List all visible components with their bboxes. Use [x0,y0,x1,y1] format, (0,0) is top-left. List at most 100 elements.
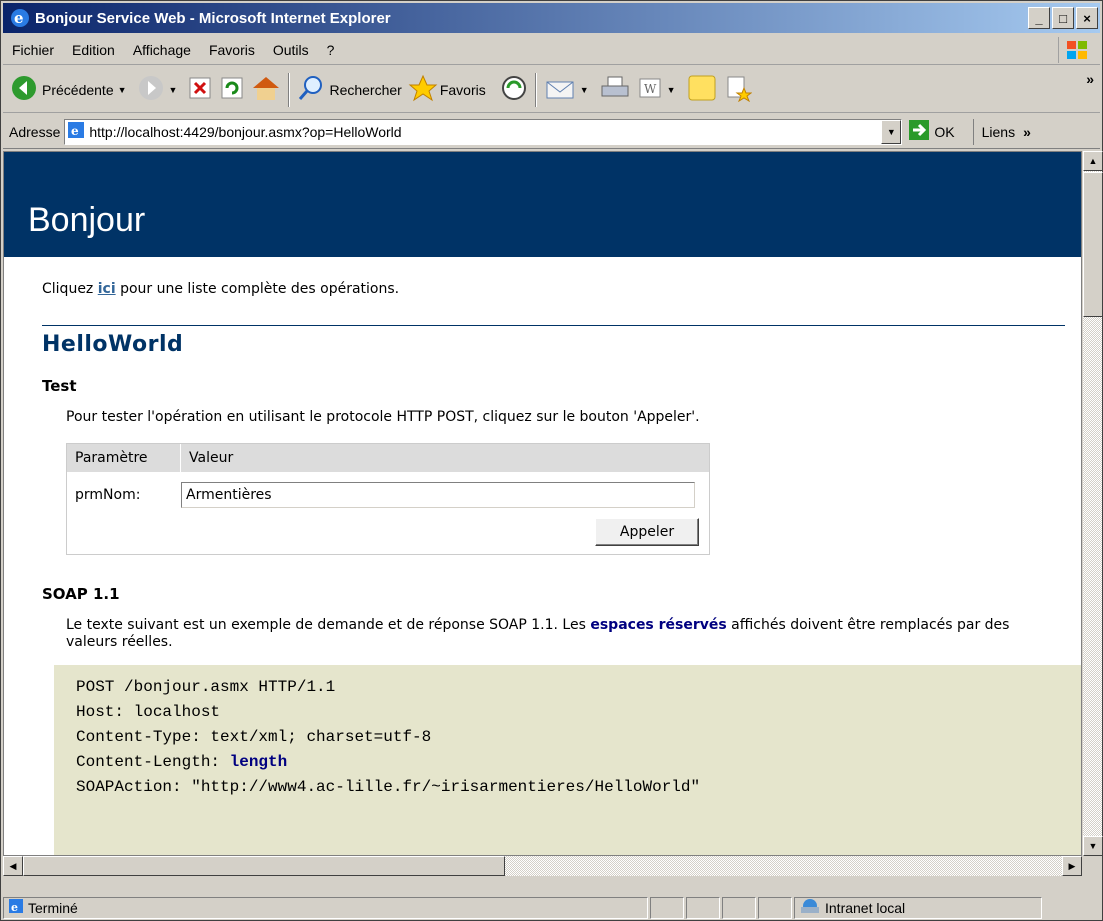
horizontal-scrollbar[interactable]: ◀ ▶ [3,856,1082,876]
soap-heading: SOAP 1.1 [42,585,120,603]
scroll-down-icon[interactable]: ▼ [1083,836,1103,856]
search-button[interactable]: Rechercher [294,71,404,109]
zone-label: Intranet local [825,899,906,916]
operations-list-link[interactable]: ici [98,281,116,297]
code-len-placeholder: length [229,753,288,771]
go-arrow-icon [908,119,930,144]
address-url: http://localhost:4429/bonjour.asmx?op=He… [89,123,402,140]
code-line: Content-Type: text/xml; charset=utf-8 [76,728,432,746]
page-icon: e [67,121,85,142]
status-cell [722,896,756,919]
browser-window: e Bonjour Service Web - Microsoft Intern… [0,0,1103,921]
menu-help[interactable]: ? [318,42,344,58]
address-label: Adresse [9,123,61,140]
status-main: e Terminé [3,896,648,919]
vertical-scroll-thumb[interactable] [1083,172,1103,317]
menu-outils[interactable]: Outils [264,42,318,58]
address-input[interactable]: e http://localhost:4429/bonjour.asmx?op=… [64,118,903,145]
favorites-label: Favoris [439,81,486,98]
svg-text:e: e [14,9,24,27]
forward-dropdown-icon[interactable]: ▼ [169,85,178,95]
security-zone[interactable]: Intranet local [794,896,1042,919]
stop-icon [187,75,213,104]
code-line: POST /bonjour.asmx HTTP/1.1 [76,678,336,696]
go-label: OK [934,123,955,140]
home-icon [251,74,281,105]
vertical-scrollbar[interactable]: ▲ ▼ [1082,151,1103,856]
links-label: Liens [981,123,1016,140]
back-dropdown-icon[interactable]: ▼ [118,85,127,95]
placeholders-term: espaces réservés [590,617,727,633]
toolbar-overflow-icon[interactable]: » [1086,71,1094,87]
soap-description: Le texte suivant est un exemple de deman… [66,617,1051,651]
edit-dropdown-icon[interactable]: ▼ [667,85,676,95]
menu-bar: Fichier Edition Affichage Favoris Outils… [3,35,1100,65]
windows-logo-icon [1058,37,1094,63]
toolbar-separator [288,72,291,107]
invoke-button[interactable]: Appeler [595,518,699,546]
home-button[interactable] [248,71,284,109]
svg-text:e: e [71,124,79,138]
horizontal-scroll-thumb[interactable] [23,856,505,876]
page-viewport: Bonjour Cliquez ici pour une liste compl… [3,151,1082,856]
printer-icon [599,74,631,105]
toolbar: Précédente ▼ ▼ Rechercher Favoris ▼ W ▼ … [3,67,1100,113]
param-name: prmNom: [75,487,141,503]
soap-code-block: POST /bonjour.asmx HTTP/1.1 Host: localh… [54,665,1081,855]
title-bar: e Bonjour Service Web - Microsoft Intern… [3,3,1100,33]
favorites-button[interactable]: Favoris [405,71,489,109]
svg-text:e: e [11,901,18,914]
print-button[interactable] [596,71,634,109]
research-icon [724,74,753,105]
mail-icon [544,74,576,105]
soap-text-before: Le texte suivant est un exemple de deman… [66,617,591,633]
test-description: Pour tester l'opération en utilisant le … [66,409,700,425]
links-overflow-icon[interactable]: » [1023,124,1031,140]
mail-dropdown-icon[interactable]: ▼ [580,85,589,95]
links-toolbar[interactable]: Liens » [972,118,1031,145]
window-title: Bonjour Service Web - Microsoft Internet… [35,9,391,27]
status-bar: e Terminé Intranet local [3,895,1100,920]
mail-button[interactable]: ▼ [541,71,596,109]
menu-affichage[interactable]: Affichage [124,42,200,58]
forward-button[interactable]: ▼ [134,71,185,109]
scroll-up-icon[interactable]: ▲ [1083,151,1103,171]
media-button[interactable] [497,71,531,109]
parameter-row: prmNom: [67,472,709,518]
intro-text: Cliquez ici pour une liste complète des … [42,281,1081,297]
discuss-button[interactable] [683,71,721,109]
page-heading: Bonjour [4,152,1081,257]
minimize-button[interactable]: _ [1028,7,1050,29]
prmnom-input[interactable] [181,482,695,508]
back-arrow-icon [10,74,38,105]
status-text: Terminé [28,899,78,916]
address-dropdown-icon[interactable]: ▼ [881,119,902,144]
search-icon [297,74,325,105]
media-icon [500,74,528,105]
code-line: SOAPAction: "http://www4.ac-lille.fr/~ir… [76,778,701,796]
code-len-prefix: Content-Length: [76,753,230,771]
note-icon [686,73,718,106]
maximize-button[interactable]: □ [1052,7,1074,29]
search-label: Rechercher [329,81,402,98]
page-status-icon: e [8,898,24,917]
close-button[interactable]: × [1076,7,1098,29]
scroll-left-icon[interactable]: ◀ [3,856,23,876]
menu-edition[interactable]: Edition [63,42,124,58]
intranet-icon [799,898,821,917]
menu-fichier[interactable]: Fichier [3,42,63,58]
status-cell [686,896,720,919]
research-button[interactable] [721,71,755,109]
code-line: Content-Length: length [76,750,1081,775]
svg-text:W: W [644,82,657,96]
edit-button[interactable]: W ▼ [634,71,683,109]
intro-before: Cliquez [42,281,98,297]
test-heading: Test [42,377,77,395]
menu-favoris[interactable]: Favoris [200,42,264,58]
back-button[interactable]: Précédente ▼ [7,71,134,109]
scroll-right-icon[interactable]: ▶ [1062,856,1082,876]
go-button[interactable]: OK [908,119,955,144]
back-label: Précédente [42,81,114,98]
stop-button[interactable] [184,71,216,109]
refresh-button[interactable] [216,71,248,109]
